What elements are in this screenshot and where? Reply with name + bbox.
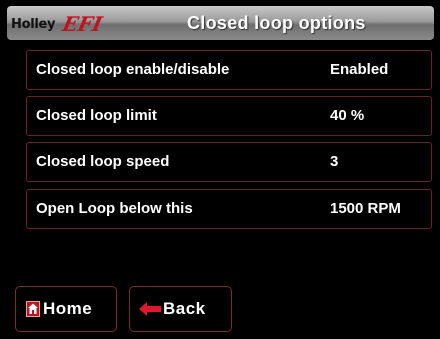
title-bar: Holley EFI Closed loop options [7, 6, 434, 40]
arrow-left-icon [139, 302, 161, 316]
setting-label: Open Loop below this [36, 200, 193, 217]
setting-value: Enabled [330, 61, 389, 78]
back-button[interactable]: Back [129, 286, 232, 332]
home-button[interactable]: Home [15, 286, 117, 332]
setting-row-closed-loop-speed[interactable]: Closed loop speed 3 [26, 142, 432, 182]
home-icon [26, 301, 40, 317]
logo-product: EFI [60, 12, 105, 36]
logo-brand: Holley [11, 16, 56, 32]
setting-row-open-loop-below[interactable]: Open Loop below this 1500 RPM [26, 189, 432, 229]
setting-row-closed-loop-enable[interactable]: Closed loop enable/disable Enabled [26, 50, 432, 90]
setting-label: Closed loop enable/disable [36, 61, 230, 78]
page-title: Closed loop options [187, 13, 366, 33]
setting-label: Closed loop speed [36, 153, 170, 170]
home-button-label: Home [43, 299, 93, 318]
holley-efi-logo: Holley EFI [11, 12, 105, 36]
setting-value: 40 % [330, 107, 365, 124]
setting-value: 1500 RPM [330, 200, 401, 217]
setting-label: Closed loop limit [36, 107, 157, 124]
setting-value: 3 [330, 153, 339, 170]
setting-row-closed-loop-limit[interactable]: Closed loop limit 40 % [26, 96, 432, 136]
back-button-label: Back [163, 299, 206, 318]
